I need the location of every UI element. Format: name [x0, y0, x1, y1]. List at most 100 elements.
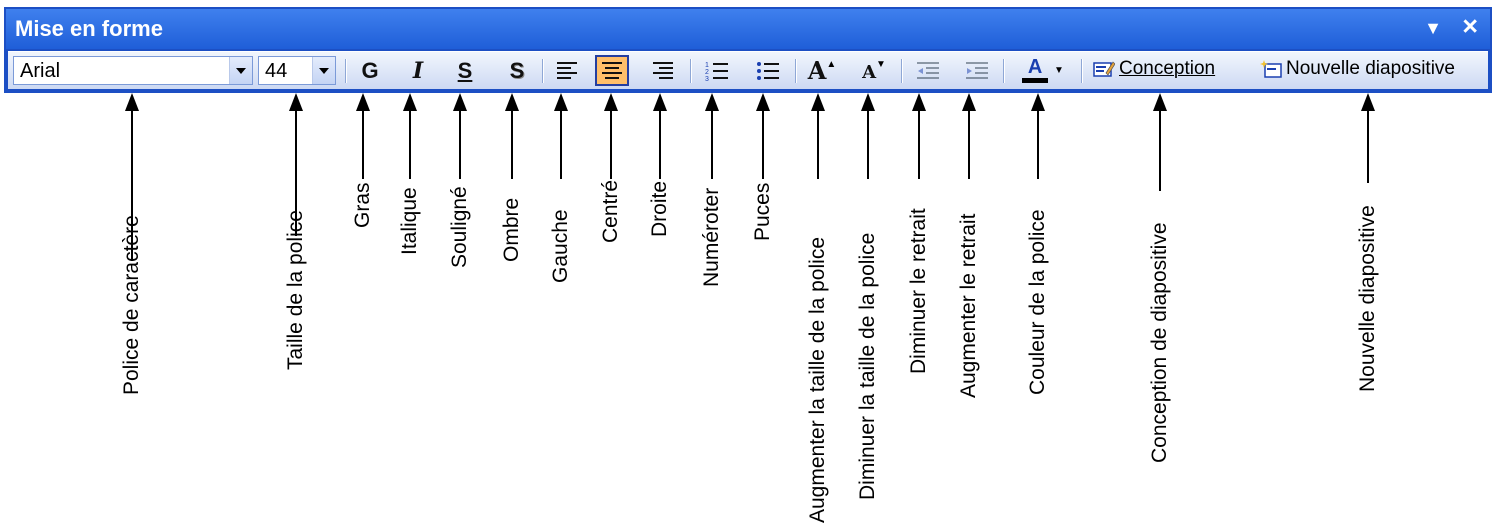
arrow-stem	[867, 109, 869, 179]
arrow-stem	[459, 109, 461, 179]
annotation-label: Augmenter la taille de la police	[806, 183, 830, 523]
annotation-label: Conception de diapositive	[1148, 195, 1172, 464]
decrease-indent-icon	[917, 61, 939, 79]
svg-text:3: 3	[705, 76, 709, 82]
numbering-button[interactable]: 1 2 3	[700, 55, 734, 86]
bulleted-list-icon	[757, 61, 779, 80]
annotation-text: Diminuer le retrait	[907, 208, 930, 374]
align-left-icon	[557, 61, 577, 80]
chevron-down-icon[interactable]	[229, 57, 252, 84]
shadow-button[interactable]: S	[500, 55, 534, 86]
annotation-text: Numéroter	[700, 187, 723, 287]
annotation-label: Gras	[351, 182, 375, 228]
arrow-stem	[560, 109, 562, 179]
arrow-stem	[659, 109, 661, 179]
font-size-value: 44	[265, 60, 288, 82]
annotation-text: Italique	[398, 187, 421, 255]
design-button-label: Conception	[1119, 58, 1216, 79]
font-color-icon: A	[1022, 57, 1049, 83]
annotation-text: Nouvelle diapositive	[1356, 205, 1379, 392]
annotation-text: Police de caractère	[120, 215, 143, 395]
color-swatch	[1022, 78, 1049, 83]
annotation-text: Gauche	[549, 209, 572, 283]
annotation-text: Diminuer la taille de la police	[856, 232, 879, 500]
annotation-label: Souligné	[448, 183, 472, 268]
formatting-toolbar: Mise en forme ▼ × Arial 44 G I S S 1 2 3…	[4, 7, 1492, 93]
annotation-label: Police de caractère	[120, 215, 144, 395]
font-color-button[interactable]: A ▼	[1014, 55, 1072, 86]
annotation-label: Couleur de la police	[1026, 183, 1050, 395]
decrease-indent-button[interactable]	[911, 55, 945, 86]
annotation-text: Centré	[599, 179, 622, 243]
font-name-value: Arial	[20, 60, 61, 82]
new-slide-button-label: Nouvelle diapositive	[1286, 58, 1455, 79]
annotation-text: Augmenter le retrait	[957, 213, 980, 398]
underline-button[interactable]: S	[448, 55, 482, 86]
chevron-down-icon[interactable]	[312, 57, 335, 84]
annotation-label: Diminuer le retrait	[907, 183, 931, 374]
bold-icon: G	[361, 57, 379, 83]
align-left-button[interactable]	[550, 55, 584, 86]
arrow-stem	[711, 109, 713, 179]
arrow-stem	[968, 109, 970, 179]
annotation-label: Droite	[648, 180, 672, 237]
design-button[interactable]: Conception	[1093, 58, 1215, 80]
grow-font-icon: A	[807, 56, 827, 85]
arrow-stem	[762, 109, 764, 179]
separator	[542, 59, 544, 83]
close-icon[interactable]: ×	[1462, 11, 1478, 42]
separator	[795, 59, 797, 83]
annotation-label: Puces	[751, 183, 775, 241]
arrow-stem	[511, 109, 513, 179]
align-center-button[interactable]	[595, 55, 629, 86]
annotation-label: Nouvelle diapositive	[1356, 187, 1380, 392]
grow-font-button[interactable]: A ▲	[805, 55, 839, 86]
chevron-down-icon[interactable]: ▼	[1054, 65, 1064, 76]
increase-indent-icon	[966, 61, 988, 79]
annotation-label: Ombre	[500, 183, 524, 262]
annotation-text: Taille de la police	[284, 210, 307, 370]
bold-button[interactable]: G	[353, 55, 387, 86]
bullets-button[interactable]	[751, 55, 785, 86]
arrow-stem	[409, 109, 411, 179]
annotation-text: Conception de diapositive	[1148, 222, 1171, 464]
annotation-text: Puces	[751, 182, 774, 241]
caret-down-icon: ▼	[876, 59, 886, 70]
annotation-text: Couleur de la police	[1026, 209, 1049, 395]
annotation-text: Ombre	[500, 197, 523, 262]
separator	[1003, 59, 1005, 83]
italic-icon: I	[412, 57, 424, 84]
annotation-label: Diminuer la taille de la police	[856, 183, 880, 500]
toolbar-titlebar[interactable]: Mise en forme ▼ ×	[6, 9, 1490, 49]
separator	[345, 59, 347, 83]
italic-button[interactable]: I	[401, 55, 435, 86]
svg-text:2: 2	[705, 69, 709, 76]
annotation-text: Gras	[351, 182, 374, 228]
annotation-label: Italique	[398, 183, 422, 255]
annotation-label: Augmenter le retrait	[957, 183, 981, 398]
annotation-label: Taille de la police	[284, 210, 308, 370]
shrink-font-button[interactable]: A ▼	[857, 55, 891, 86]
new-slide-icon	[1260, 60, 1282, 78]
arrow-stem	[1037, 109, 1039, 179]
arrow-stem	[1159, 109, 1161, 191]
annotation-text: Droite	[648, 180, 671, 237]
align-center-icon	[602, 61, 622, 80]
svg-text:1: 1	[705, 62, 709, 69]
align-right-icon	[653, 61, 673, 80]
shrink-font-icon: A	[862, 62, 877, 83]
caret-up-icon: ▲	[826, 59, 837, 70]
align-right-button[interactable]	[646, 55, 680, 86]
annotation-text: Augmenter la taille de la police	[806, 236, 829, 523]
new-slide-button[interactable]: Nouvelle diapositive	[1260, 58, 1455, 80]
arrow-stem	[610, 109, 612, 179]
font-size-combo[interactable]: 44	[258, 56, 336, 85]
toolbar-options-icon[interactable]: ▼	[1424, 18, 1442, 39]
increase-indent-button[interactable]	[960, 55, 994, 86]
arrow-stem	[918, 109, 920, 179]
toolbar-title: Mise en forme	[15, 16, 163, 41]
separator	[1081, 59, 1083, 83]
font-name-combo[interactable]: Arial	[13, 56, 253, 85]
shadow-icon: S	[509, 57, 525, 83]
toolbar-bar: Arial 44 G I S S 1 2 3 A ▲ A ▼ A ▼ Conce…	[8, 51, 1488, 89]
